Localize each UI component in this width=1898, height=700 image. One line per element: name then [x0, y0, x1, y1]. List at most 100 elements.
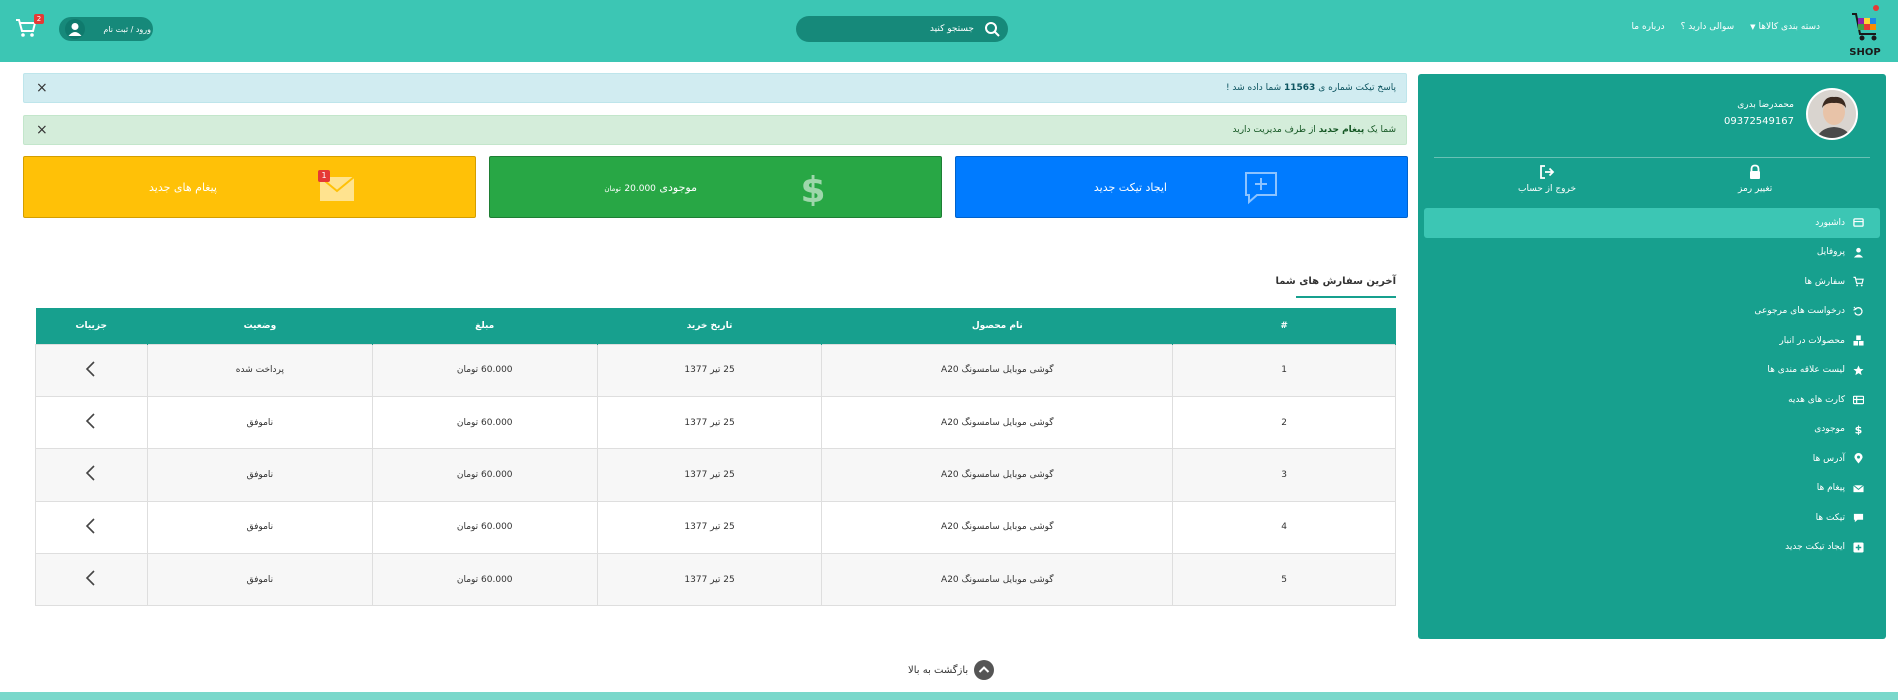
sidebar-item-messages[interactable]: پیغام ها	[1424, 474, 1880, 504]
logout-button[interactable]: خروج از حساب	[1518, 164, 1576, 194]
column-header-status: وضعیت	[147, 308, 373, 344]
sidebar-item-label: تیکت ها	[1815, 512, 1845, 523]
sidebar-item-orders[interactable]: سفارش ها	[1424, 267, 1880, 297]
nav-item-categories[interactable]: دسته بندی کالاها ▼	[1750, 22, 1820, 32]
cart-count-badge: 2	[34, 14, 44, 24]
search-input[interactable]	[814, 16, 974, 42]
close-icon[interactable]: ×	[36, 122, 48, 138]
alert-text-part: شما داده شد !	[1225, 83, 1282, 93]
alert-text-part: از طرف مدیریت دارید	[1232, 125, 1316, 135]
gift-card-icon	[1853, 395, 1864, 405]
new-ticket-label: ایجاد تیکت جدید	[1093, 181, 1167, 194]
sidebar-item-label: آدرس ها	[1812, 453, 1845, 464]
sidebar-item-gift-cards[interactable]: کارت های هدیه	[1424, 385, 1880, 415]
sidebar-item-label: درخواست های مرجوعی	[1754, 306, 1845, 317]
sidebar-item-profile[interactable]: پروفایل	[1424, 238, 1880, 268]
header: SHOP درباره ما سوالی دارید ؟ دسته بندی ک…	[0, 0, 1898, 62]
sidebar-item-label: محصولات در انبار	[1779, 335, 1845, 346]
dollar-icon: $	[1855, 424, 1863, 435]
back-to-top-label: بازگشت به بالا	[908, 664, 969, 676]
chevron-left-icon[interactable]	[84, 464, 98, 482]
return-icon	[1853, 306, 1863, 316]
search-bar	[796, 16, 1008, 42]
messages-count-badge: 1	[318, 170, 330, 182]
chevron-left-icon[interactable]	[84, 517, 98, 535]
caret-down-icon: ▼	[1750, 23, 1756, 31]
basket-logo-icon	[1852, 5, 1879, 41]
order-date-cell: 25 تیر 1377	[596, 343, 823, 397]
nav-item-label: درباره ما	[1631, 22, 1665, 32]
user-phone: 09372549167	[1724, 116, 1794, 127]
nav-item-questions[interactable]: سوالی دارید ؟	[1681, 22, 1735, 32]
svg-text:$: $	[1855, 424, 1863, 435]
sign-out-icon	[1540, 165, 1555, 179]
dashboard-icon	[1853, 218, 1864, 228]
change-password-label: تغییر رمز	[1738, 184, 1773, 194]
balance-label: موجودی	[659, 181, 697, 194]
chevron-left-icon[interactable]	[84, 412, 98, 430]
sidebar-item-tickets[interactable]: تیکت ها	[1424, 503, 1880, 533]
order-number-cell: 4	[1172, 500, 1396, 555]
user-name: محمدرضا بدری	[1737, 100, 1794, 110]
sidebar-item-returns[interactable]: درخواست های مرجوعی	[1424, 297, 1880, 327]
search-icon[interactable]	[984, 21, 1000, 37]
recent-orders-table: # نام محصول تاریخ خرید مبلغ وضعیت جزییات…	[35, 308, 1396, 607]
table-row: 1 گوشی موبایل سامسونگ A20 25 تیر 1377 60.00…	[35, 343, 1396, 397]
sidebar-item-addresses[interactable]: آدرس ها	[1424, 444, 1880, 474]
nav-item-about[interactable]: درباره ما	[1632, 22, 1665, 32]
sidebar-divider	[1434, 157, 1870, 158]
order-number-cell: 1	[1172, 343, 1396, 397]
table-row: 3 گوشی موبایل سامسونگ A20 25 تیر 1377 60.00…	[35, 448, 1396, 502]
star-icon	[1853, 365, 1864, 375]
back-to-top-button[interactable]: بازگشت به بالا	[908, 660, 995, 680]
chevron-left-icon[interactable]	[84, 360, 98, 378]
boxes-icon	[1853, 335, 1864, 346]
table-row: 2 گوشی موبایل سامسونگ A20 25 تیر 1377 60.00…	[35, 395, 1396, 450]
table-row: 4 گوشی موبایل سامسونگ A20 25 تیر 1377 60.00…	[35, 500, 1396, 555]
section-underline	[1296, 296, 1396, 298]
new-messages-card[interactable]: 1 پیغام های جدید	[23, 156, 476, 218]
sidebar-item-label: پیغام ها	[1816, 483, 1845, 494]
sidebar-item-label: داشبورد	[1815, 217, 1845, 228]
balance-text: موجودی 20.000 تومان	[604, 181, 697, 194]
column-header-number: #	[1172, 308, 1396, 344]
sidebar-item-warehouse[interactable]: محصولات در انبار	[1424, 326, 1880, 356]
order-price-cell: 60.000 تومان	[371, 500, 598, 555]
user-icon	[1853, 247, 1864, 258]
order-details-cell	[35, 343, 148, 397]
sidebar-item-wishlist[interactable]: لیست علاقه مندی ها	[1424, 356, 1880, 386]
orders-table-body: 1 گوشی موبایل سامسونگ A20 25 تیر 1377 60.00…	[35, 343, 1396, 607]
balance-card[interactable]: $ موجودی 20.000 تومان	[489, 156, 942, 218]
sidebar-item-label: لیست علاقه مندی ها	[1767, 365, 1845, 376]
balance-amount: 20.000	[624, 184, 656, 194]
login-label: ورود / ثبت نام	[103, 24, 151, 34]
table-row: 5 گوشی موبایل سامسونگ A20 25 تیر 1377 60.00…	[35, 553, 1396, 607]
ticket-reply-alert: پاسخ تیکت شماره ی 11563 شما داده شد ! ×	[23, 73, 1407, 103]
plus-square-icon	[1853, 542, 1864, 553]
order-date-cell: 25 تیر 1377	[596, 500, 823, 555]
balance-unit: تومان	[604, 185, 621, 193]
nav-item-label: سوالی دارید ؟	[1680, 22, 1735, 32]
close-icon[interactable]: ×	[36, 80, 48, 96]
order-price-cell: 60.000 تومان	[371, 553, 598, 607]
table-header-row: # نام محصول تاریخ خرید مبلغ وضعیت جزییات	[35, 308, 1396, 344]
login-register-button[interactable]: ورود / ثبت نام	[59, 17, 153, 41]
new-ticket-card[interactable]: ایجاد تیکت جدید	[955, 156, 1408, 218]
sidebar-item-dashboard[interactable]: داشبورد	[1424, 208, 1880, 238]
chevron-left-icon[interactable]	[84, 569, 98, 587]
order-status-cell: پرداخت شده	[146, 343, 373, 397]
location-icon	[1854, 453, 1863, 464]
sidebar-item-label: سفارش ها	[1804, 276, 1845, 287]
cart-button[interactable]: 2	[14, 14, 44, 40]
shop-logo[interactable]: SHOP	[1848, 4, 1882, 58]
order-price-cell: 60.000 تومان	[371, 395, 598, 450]
order-number-cell: 5	[1172, 553, 1396, 607]
sidebar-item-new-ticket[interactable]: ایجاد تیکت جدید	[1424, 533, 1880, 563]
alert-text-part: شما یک	[1367, 125, 1396, 135]
change-password-button[interactable]: تغییر رمز	[1738, 164, 1772, 194]
order-status-cell: ناموفق	[146, 553, 373, 607]
sidebar-item-balance[interactable]: موجودی $	[1424, 415, 1880, 445]
column-header-product: نام محصول	[821, 308, 1174, 344]
nav-item-label: دسته بندی کالاها	[1758, 22, 1820, 32]
alert-bold-text: پیغام جدید	[1318, 125, 1365, 135]
